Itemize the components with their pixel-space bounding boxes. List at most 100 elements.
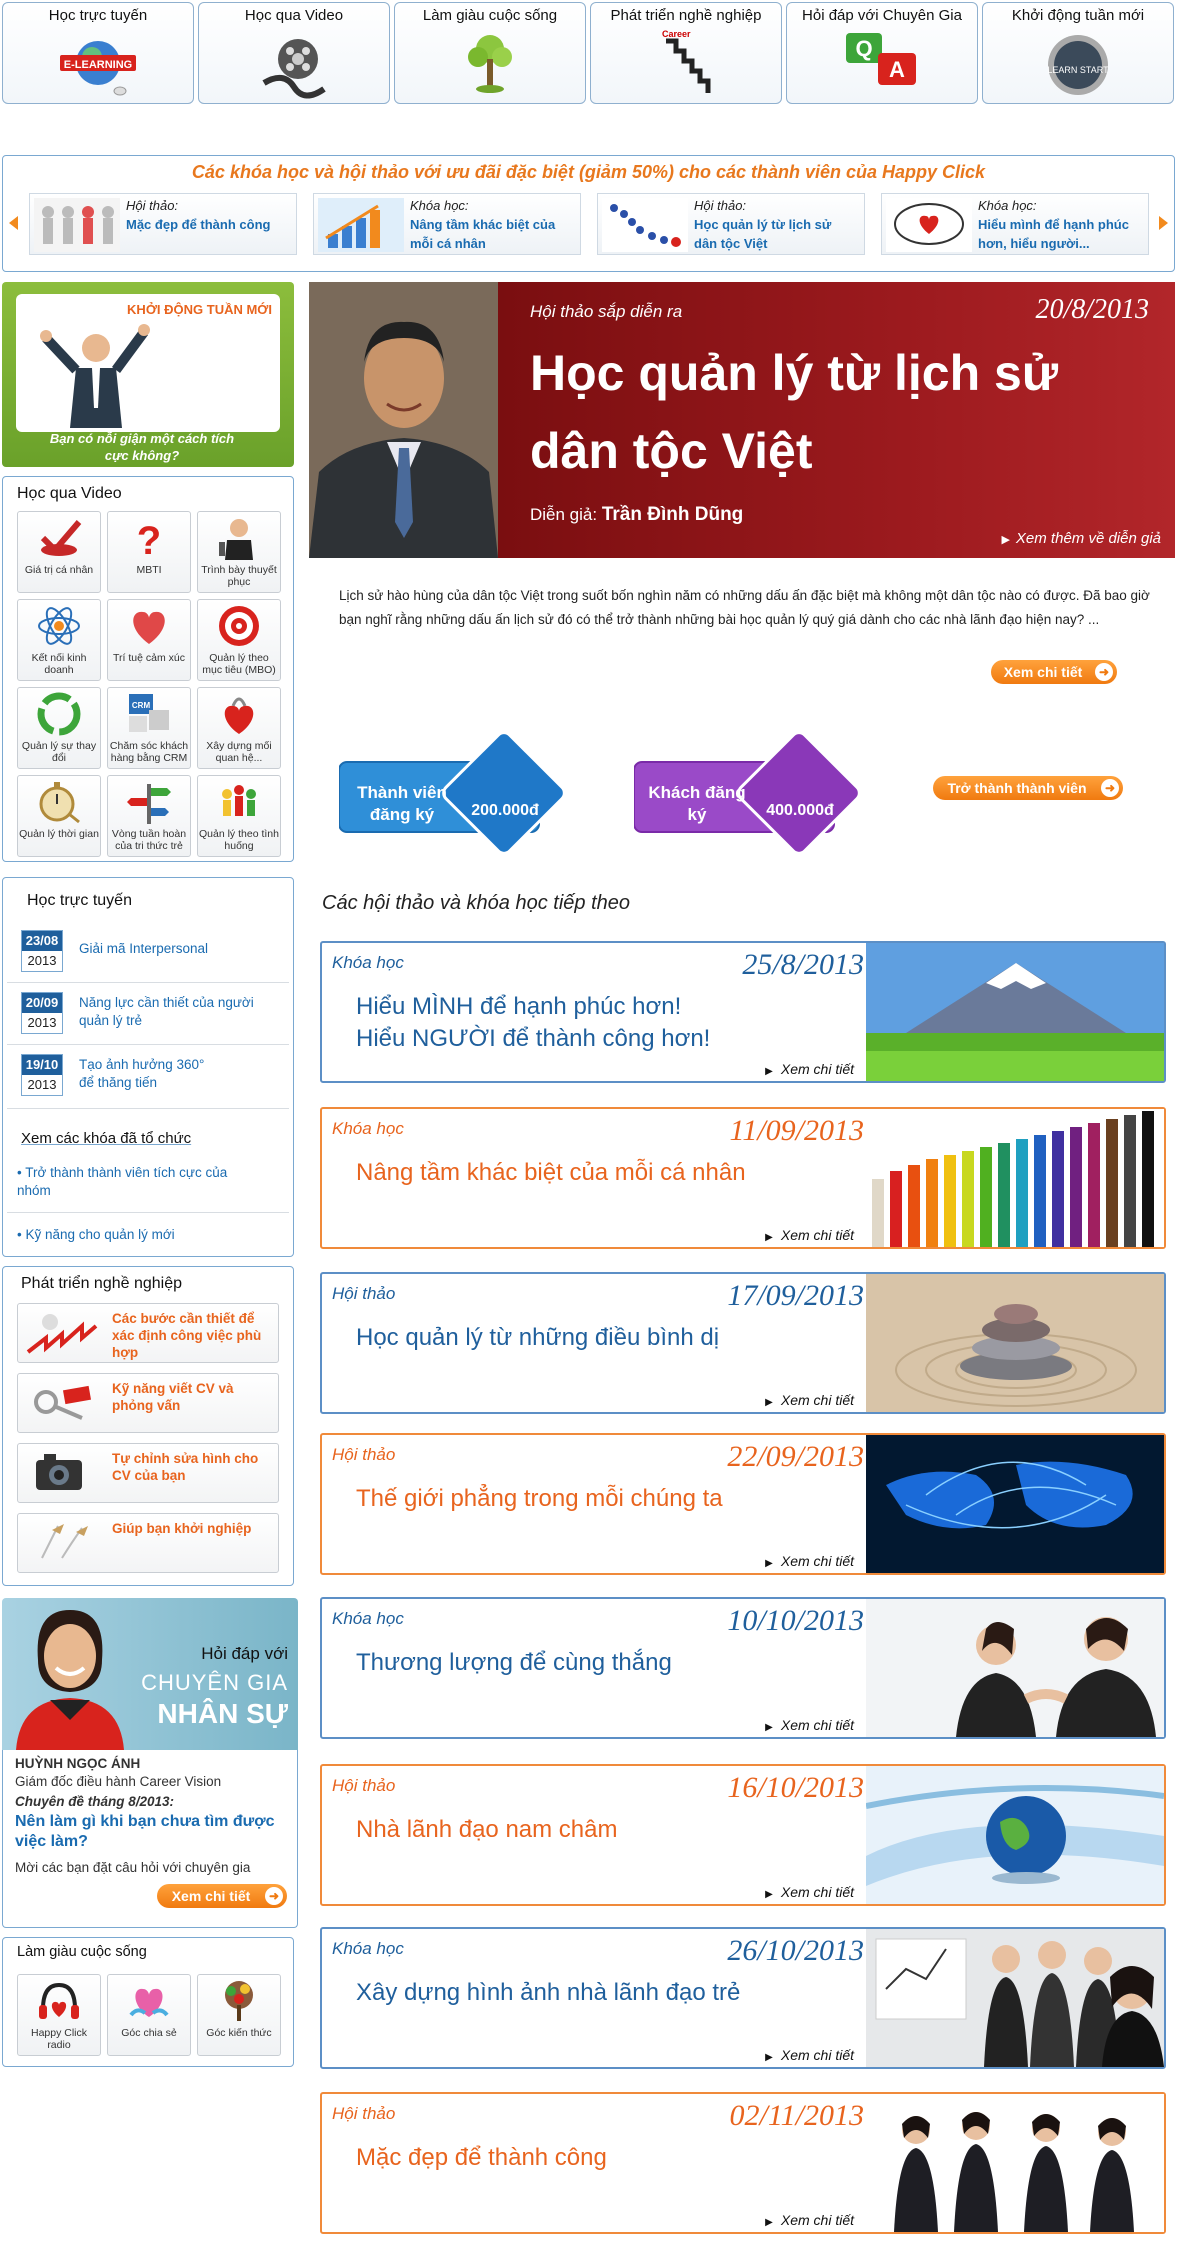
expert-detail-button[interactable]: Xem chi tiết ➜ — [157, 1884, 287, 1908]
nav-tab-label: Học trực tuyến — [48, 7, 148, 24]
nav-tab-week[interactable]: Khởi động tuần mới LEARN START — [982, 2, 1174, 104]
event-card[interactable]: Khóa học 10/10/2013 Thương lượng để cùng… — [320, 1597, 1166, 1739]
video-item-label: Quản lý thời gian — [19, 828, 99, 840]
event-card[interactable]: Hội thảo 22/09/2013 Thế giới phẳng trong… — [320, 1433, 1166, 1575]
online-course[interactable]: 23/08 2013 Giải mã Interpersonal — [17, 922, 282, 982]
career-item-label: Các bước cần thiết để xác định công việc… — [112, 1311, 262, 1360]
event-detail-link[interactable]: Xem chi tiết — [765, 2212, 854, 2228]
featured-detail-label: Xem chi tiết — [1003, 664, 1083, 680]
event-card[interactable]: Khóa học 26/10/2013 Xây dựng hình ảnh nh… — [320, 1927, 1166, 2069]
promo-prev-arrow-icon[interactable] — [9, 216, 18, 230]
event-date: 25/8/2013 — [742, 948, 864, 981]
event-card[interactable]: Hội thảo 02/11/2013 Mặc đẹp để thành côn… — [320, 2092, 1166, 2234]
event-detail-link[interactable]: Xem chi tiết — [765, 1553, 854, 1569]
nav-tab-life[interactable]: Làm giàu cuộc sống — [394, 2, 586, 104]
video-item-label: Quản lý theo tình huống — [199, 828, 279, 852]
featured-detail-button[interactable]: Xem chi tiết ➜ — [991, 660, 1117, 684]
course-title[interactable]: Năng lực cần thiết của người quản lý trẻ — [79, 994, 279, 1030]
video-item[interactable]: Trình bày thuyết phục — [197, 511, 281, 593]
career-item[interactable]: Các bước cần thiết để xác định công việc… — [17, 1303, 279, 1363]
career-item[interactable]: Kỹ năng viết CV và phỏng vấn — [17, 1373, 279, 1433]
expert-topic[interactable]: Nên làm gì khi bạn chưa tìm được việc là… — [15, 1812, 285, 1852]
career-item[interactable]: Tự chỉnh sửa hình cho CV của bạn — [17, 1443, 279, 1503]
past-course-link[interactable]: • Kỹ năng cho quản lý mới — [17, 1226, 257, 1244]
past-courses-title[interactable]: Xem các khóa đã tổ chức — [21, 1130, 191, 1147]
nav-tab-label: Làm giàu cuộc sống — [422, 7, 558, 24]
nav-tab-elearning[interactable]: Học trực tuyến E-LEARNING — [2, 2, 194, 104]
expert-banner: Hỏi đáp với CHUYÊN GIA NHÂN SỰ — [2, 1598, 298, 1750]
event-detail-link[interactable]: Xem chi tiết — [765, 1884, 854, 1900]
event-title-line2: Hiểu NGƯỜI để thành công hơn! — [356, 1025, 711, 1052]
speaker-more-link[interactable]: ▶ Xem thêm về diễn giả — [1001, 530, 1161, 547]
course-date-badge: 23/08 2013 — [21, 930, 63, 972]
event-card[interactable]: Hội thảo 16/10/2013 Nhà lãnh đạo nam châ… — [320, 1764, 1166, 1906]
video-item[interactable]: Quản lý thời gian — [17, 775, 101, 857]
expert-heading-1: Hỏi đáp với — [201, 1644, 288, 1663]
event-detail-link[interactable]: Xem chi tiết — [765, 1717, 854, 1733]
nav-tab-expert[interactable]: Hỏi đáp với Chuyên Gia Q A — [786, 2, 978, 104]
nav-tab-career[interactable]: Phát triển nghề nghiệp Career — [590, 2, 782, 104]
nav-tab-video[interactable]: Học qua Video — [198, 2, 390, 104]
headphones-heart-icon — [39, 1982, 79, 2019]
promo-card[interactable]: Hội thảo: Học quản lý từ lịch sử dân tộc… — [597, 193, 865, 255]
divider — [7, 982, 289, 983]
expert-role: Giám đốc điều hành Career Vision — [15, 1774, 222, 1789]
past-course-label: Trở thành thành viên tích cực của nhóm — [17, 1165, 228, 1198]
event-type: Khóa học — [332, 953, 404, 972]
event-card[interactable]: Khóa học 25/8/2013 Hiểu MÌNH để hạnh phú… — [320, 941, 1166, 1083]
career-stairs-icon: Career — [662, 29, 711, 93]
event-type: Hội thảo — [332, 1445, 396, 1464]
course-title[interactable]: Giải mã Interpersonal — [79, 940, 208, 958]
life-item[interactable]: Góc chia sẻ — [107, 1974, 191, 2056]
career-item[interactable]: Giúp bạn khởi nghiệp — [17, 1513, 279, 1573]
career-item-label: Kỹ năng viết CV và phỏng vấn — [112, 1381, 234, 1413]
member-price-badge[interactable]: Thành viên đăng ký 200.000đ — [339, 734, 569, 854]
event-detail-link[interactable]: Xem chi tiết — [765, 1227, 854, 1243]
online-course[interactable]: 20/09 2013 Năng lực cần thiết của người … — [17, 984, 282, 1044]
video-item[interactable]: Trí tuệ cảm xúc — [107, 599, 191, 681]
speaker-label: Diễn giả: — [530, 505, 598, 524]
video-item[interactable]: Giá trị cá nhân — [17, 511, 101, 593]
video-item[interactable]: ? MBTI — [107, 511, 191, 593]
course-title[interactable]: Tạo ảnh hưởng 360° để thăng tiến — [79, 1056, 279, 1092]
promo-card[interactable]: Hội thảo: Mặc đẹp để thành công — [29, 193, 297, 255]
event-card[interactable]: Khóa học 11/09/2013 Nâng tầm khác biệt c… — [320, 1107, 1166, 1249]
past-course-label: Kỹ năng cho quản lý mới — [25, 1227, 175, 1242]
event-detail-link[interactable]: Xem chi tiết — [765, 1392, 854, 1408]
event-date: 16/10/2013 — [727, 1771, 864, 1804]
online-course[interactable]: 19/10 2013 Tạo ảnh hưởng 360° để thăng ti… — [17, 1046, 282, 1106]
globe-image — [866, 1766, 1164, 1904]
video-item[interactable]: Kết nối kinh doanh — [17, 599, 101, 681]
past-course-link[interactable]: • Trở thành thành viên tích cực của nhóm — [17, 1164, 257, 1200]
tree-books-icon — [225, 1981, 253, 2021]
life-item[interactable]: Happy Click radio — [17, 1974, 101, 2056]
event-card[interactable]: Hội thảo 17/09/2013 Học quản lý từ những… — [320, 1272, 1166, 1414]
promo-card[interactable]: Khóa học: Nâng tầm khác biệt của mỗi cá … — [313, 193, 581, 255]
event-title: Hiểu MÌNH để hạnh phúc hơn! Hiểu NGƯỜI để… — [356, 991, 826, 1055]
svg-text:?: ? — [137, 519, 161, 560]
week-start-box[interactable]: KHỞI ĐỘNG TUẦN MỚI Bạn có nỗi giận một c… — [2, 282, 294, 467]
course-day: 20/09 — [22, 993, 62, 1013]
video-item[interactable]: Quản lý theo mục tiêu (MBO) — [197, 599, 281, 681]
event-type: Khóa học — [332, 1939, 404, 1958]
video-item[interactable]: Quản lý theo tình huống — [197, 775, 281, 857]
join-member-label: Trở thành thành viên — [947, 780, 1087, 796]
event-detail-link[interactable]: Xem chi tiết — [765, 2047, 854, 2063]
promo-next-arrow-icon[interactable] — [1159, 216, 1168, 230]
event-detail-link[interactable]: Xem chi tiết — [765, 1061, 854, 1077]
event-title: Nâng tầm khác biệt của mỗi cá nhân — [356, 1159, 746, 1186]
atom-icon — [38, 607, 80, 645]
video-item[interactable]: CRM Chăm sóc khách hàng bằng CRM — [107, 687, 191, 769]
promo-card[interactable]: Khóa học: Hiểu mình để hạnh phúc hơn, hi… — [881, 193, 1149, 255]
life-item[interactable]: Góc kiến thức — [197, 1974, 281, 2056]
life-box-title: Làm giàu cuộc sống — [17, 1944, 147, 1960]
join-member-button[interactable]: Trở thành thành viên ➜ — [933, 776, 1123, 800]
video-item[interactable]: Vòng tuần hoàn của tri thức trẻ — [107, 775, 191, 857]
video-item[interactable]: Quản lý sự thay đổi — [17, 687, 101, 769]
video-item-label: Kết nối kinh doanh — [31, 652, 87, 676]
video-item[interactable]: Xây dựng mối quan hệ... — [197, 687, 281, 769]
guest-price-badge[interactable]: Khách đăng ký 400.000đ — [634, 734, 864, 854]
featured-title[interactable]: Học quản lý từ lịch sử dân tộc Việt — [530, 334, 1155, 490]
expert-qa-box: Hỏi đáp với CHUYÊN GIA NHÂN SỰ HUỲNH NGỌ… — [2, 1598, 298, 1928]
chevron-right-icon: ➜ — [265, 1887, 283, 1905]
